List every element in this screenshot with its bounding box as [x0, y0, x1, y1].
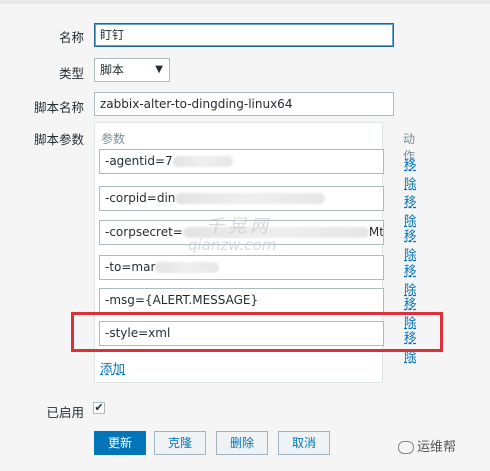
delete-button[interactable]: 删除 — [216, 431, 268, 455]
top-strip — [0, 0, 490, 4]
wechat-watermark: 运维帮 — [398, 436, 456, 455]
remove-link[interactable]: 移除 — [404, 225, 417, 263]
param-input[interactable]: -msg={ALERT.MESSAGE} — [99, 288, 384, 313]
param-input-text: -corpid=din — [105, 191, 176, 205]
name-input[interactable]: 盯钉 — [94, 23, 394, 47]
type-label: 类型 — [58, 66, 84, 81]
update-button[interactable]: 更新 — [94, 431, 146, 455]
type-select[interactable]: 脚本 ▼ — [94, 58, 170, 82]
param-column-header: 参数 — [101, 132, 126, 146]
param-input-text: -corpsecret= — [105, 225, 183, 239]
script-params-label: 脚本参数 — [33, 132, 84, 147]
caret-down-icon: ▼ — [155, 64, 163, 75]
param-input-text: -msg={ALERT.MESSAGE} — [105, 293, 259, 307]
param-input-text: -to=mar — [105, 260, 156, 274]
param-input-text: -agentid=7 — [105, 154, 173, 168]
redaction-blur — [172, 156, 233, 167]
watermark-cn: 千晃网 — [206, 216, 272, 237]
add-param-link[interactable]: 添加 — [100, 358, 125, 377]
wechat-icon — [398, 441, 414, 454]
name-label: 名称 — [58, 30, 84, 45]
enabled-label: 已启用 — [46, 405, 84, 420]
type-select-value: 脚本 — [100, 63, 125, 77]
remove-link[interactable]: 移除 — [404, 191, 417, 229]
param-input[interactable]: -corpid=din — [99, 186, 384, 211]
param-input-text-tail: Mtphy — [368, 225, 384, 239]
cancel-button[interactable]: 取消 — [278, 431, 330, 455]
script-name-label: 脚本名称 — [33, 100, 84, 115]
enabled-checkbox[interactable]: ✔ — [93, 402, 105, 414]
param-input[interactable]: -agentid=7 — [99, 149, 384, 174]
watermark-domain: qianzw.com — [188, 236, 277, 254]
checkmark-icon: ✔ — [94, 401, 104, 414]
param-input[interactable]: -to=mar — [99, 255, 384, 280]
highlight-box — [71, 312, 443, 352]
remove-link[interactable]: 移除 — [404, 154, 417, 192]
redaction-blur — [155, 262, 220, 273]
wechat-account-name: 运维帮 — [417, 440, 457, 455]
script-name-input[interactable]: zabbix-alter-to-dingding-linux64 — [94, 92, 394, 116]
redaction-blur — [175, 193, 326, 204]
clone-button[interactable]: 克隆 — [154, 431, 206, 455]
